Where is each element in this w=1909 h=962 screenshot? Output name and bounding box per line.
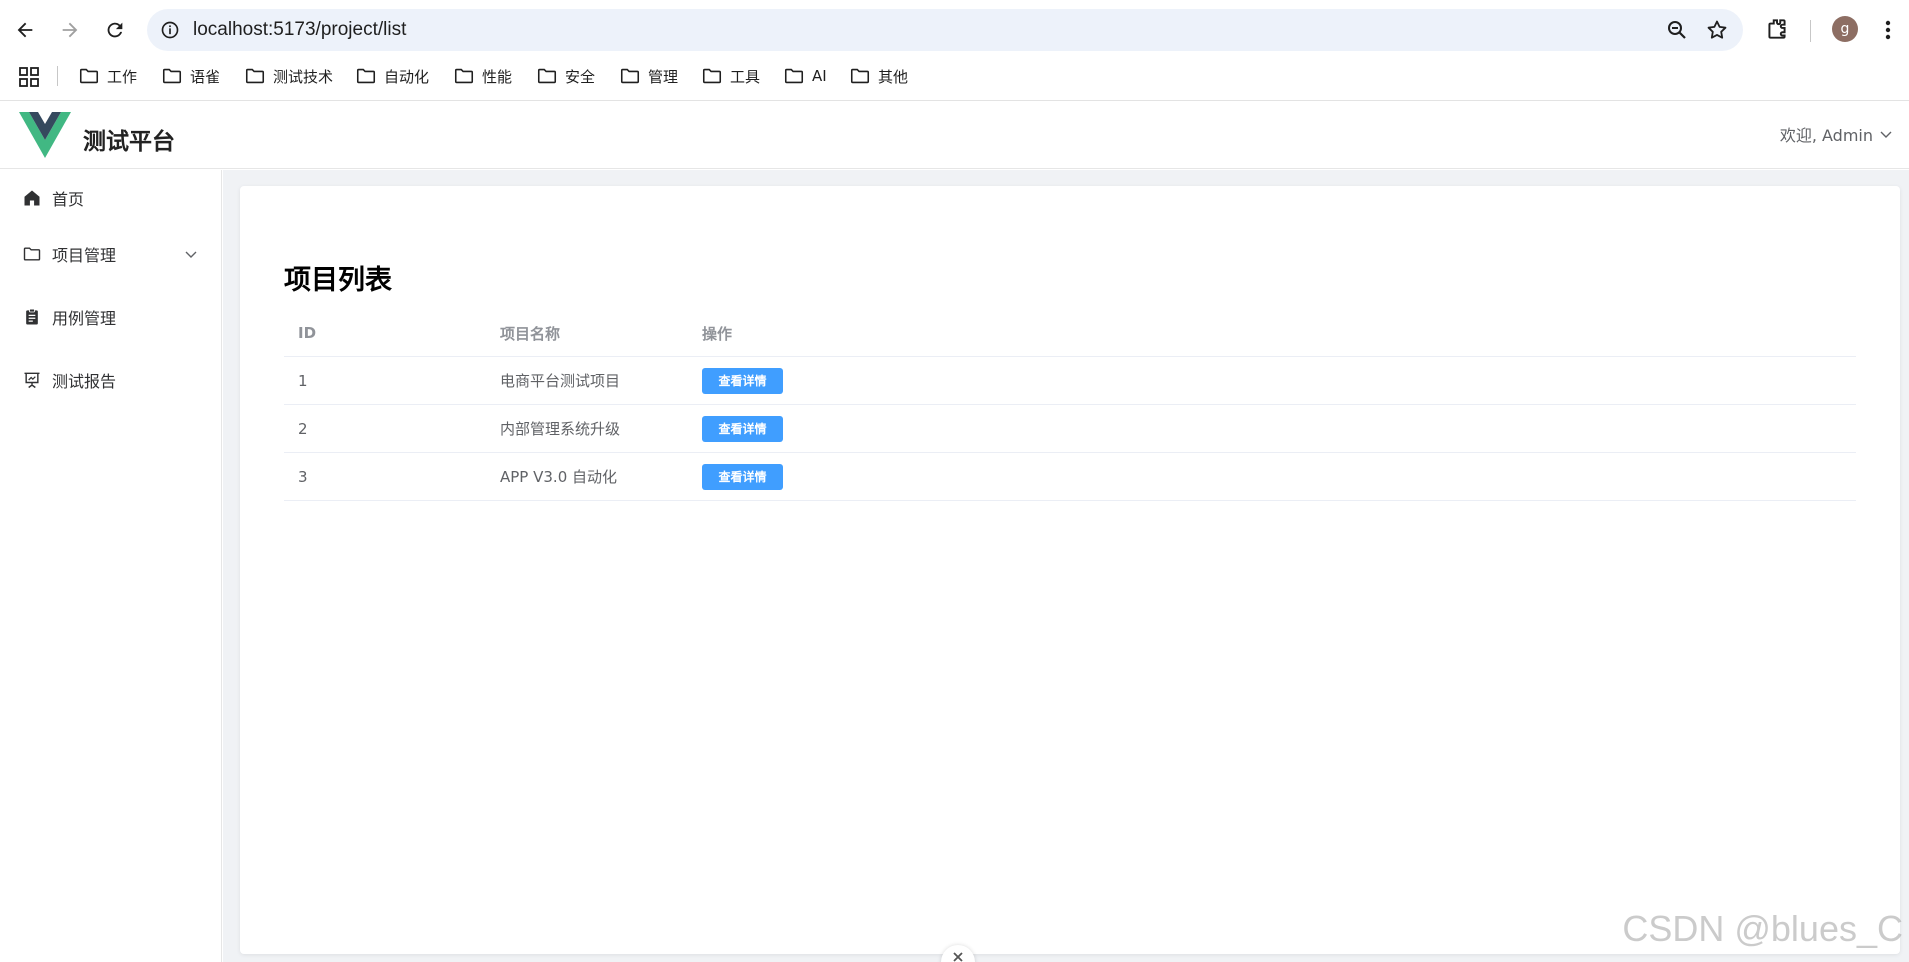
folder-icon <box>702 68 722 84</box>
back-button[interactable] <box>9 14 41 46</box>
view-details-button[interactable]: 查看详情 <box>702 367 783 394</box>
column-header-id: ID <box>298 324 317 342</box>
bookmark-folder-security[interactable]: 安全 <box>536 64 595 88</box>
bookmarks-divider <box>57 66 58 86</box>
bookmark-folder-management[interactable]: 管理 <box>619 64 678 88</box>
cell-action: 查看详情 <box>702 357 783 404</box>
chevron-down-icon <box>1880 131 1892 138</box>
bookmark-folder-tools[interactable]: 工具 <box>701 64 760 88</box>
folder-icon <box>79 68 99 84</box>
folder-icon <box>537 68 557 84</box>
presentation-icon <box>24 372 40 389</box>
page-title: 项目列表 <box>284 265 392 296</box>
arrow-right-icon <box>62 22 78 38</box>
cell-project-name: APP V3.0 自动化 <box>500 468 618 486</box>
bookmark-label: 自动化 <box>384 67 430 86</box>
column-header-action: 操作 <box>702 324 733 343</box>
table-row: 2 内部管理系统升级 查看详情 <box>284 405 1856 453</box>
sidebar-item-label: 测试报告 <box>52 372 117 391</box>
watermark: CSDN @blues_C <box>1622 908 1903 949</box>
folder-icon <box>162 68 182 84</box>
reload-button[interactable] <box>99 14 131 46</box>
address-bar[interactable]: localhost:5173/project/list <box>147 9 1743 51</box>
bookmark-label: 性能 <box>482 67 513 86</box>
table-row: 1 电商平台测试项目 查看详情 <box>284 357 1856 405</box>
bookmarks-bar: 工作 语雀 测试技术 自动化 性能 安全 管理 工具 AI 其他 <box>0 60 1909 92</box>
more-menu-icon[interactable] <box>1878 16 1898 44</box>
sidebar-item-test-report[interactable]: 测试报告 <box>0 352 221 408</box>
table-header-row: ID 项目名称 操作 <box>284 310 1856 357</box>
user-dropdown[interactable]: 欢迎, Admin <box>1780 122 1893 146</box>
zoom-icon[interactable] <box>1665 18 1689 42</box>
table-row: 3 APP V3.0 自动化 查看详情 <box>284 453 1856 501</box>
folder-icon <box>620 68 640 84</box>
home-icon <box>24 190 40 206</box>
bookmark-label: 安全 <box>565 67 596 86</box>
cell-action: 查看详情 <box>702 453 783 500</box>
folder-icon <box>23 247 41 261</box>
bookmark-label: 管理 <box>648 67 679 86</box>
view-details-button[interactable]: 查看详情 <box>702 415 783 442</box>
profile-avatar[interactable]: g <box>1832 16 1858 42</box>
clipboard-icon <box>26 308 38 325</box>
cell-project-name: 电商平台测试项目 <box>500 372 621 390</box>
bookmark-label: 测试技术 <box>273 67 334 86</box>
bookmark-label: 语雀 <box>190 67 221 86</box>
vue-logo-icon[interactable] <box>19 112 71 158</box>
folder-icon <box>356 68 376 84</box>
url-text[interactable]: localhost:5173/project/list <box>193 19 406 41</box>
site-info-icon[interactable] <box>159 19 181 41</box>
close-icon <box>953 952 963 962</box>
bookmark-folder-yuque[interactable]: 语雀 <box>161 64 220 88</box>
browser-toolbar: localhost:5173/project/list g 工作 语雀 测试技术 <box>0 0 1909 101</box>
folder-icon <box>454 68 474 84</box>
bookmark-folder-automation[interactable]: 自动化 <box>355 64 429 88</box>
sidebar-item-home[interactable]: 首页 <box>0 170 221 226</box>
view-details-button[interactable]: 查看详情 <box>702 463 783 490</box>
folder-icon <box>850 68 870 84</box>
app-header: 测试平台 欢迎, Admin <box>0 102 1909 169</box>
app-title: 测试平台 <box>83 129 175 155</box>
reload-icon <box>107 22 123 38</box>
cell-id: 2 <box>298 419 308 438</box>
column-header-name: 项目名称 <box>500 324 561 343</box>
sidebar-item-project-management[interactable]: 项目管理 <box>0 226 221 282</box>
cell-project-name: 内部管理系统升级 <box>500 420 621 438</box>
cell-id: 3 <box>298 467 308 486</box>
bookmark-label: 其他 <box>878 67 909 86</box>
bookmark-folder-performance[interactable]: 性能 <box>453 64 512 88</box>
bookmark-folder-ai[interactable]: AI <box>783 64 827 88</box>
sidebar-menu: 首页 项目管理 用例管理 测试报告 <box>0 170 222 962</box>
apps-grid-icon[interactable] <box>18 66 40 88</box>
bookmark-label: 工具 <box>730 67 761 86</box>
bookmark-star-icon[interactable] <box>1705 18 1729 42</box>
chevron-down-icon[interactable] <box>183 246 199 262</box>
toolbar-divider <box>1810 20 1811 42</box>
user-greeting: 欢迎, Admin <box>1779 126 1873 145</box>
cell-id: 1 <box>298 371 308 390</box>
bookmark-folder-work[interactable]: 工作 <box>78 64 137 88</box>
sidebar-item-label: 项目管理 <box>52 246 117 265</box>
project-table: ID 项目名称 操作 1 电商平台测试项目 查看详情 2 内部管理系统升级 查看… <box>284 310 1856 501</box>
bookmark-label: AI <box>812 67 827 85</box>
content-card: 项目列表 ID 项目名称 操作 1 电商平台测试项目 查看详情 2 内部管理系统… <box>240 186 1900 954</box>
cell-action: 查看详情 <box>702 405 783 452</box>
bookmark-folder-other[interactable]: 其他 <box>849 64 908 88</box>
sidebar-item-case-management[interactable]: 用例管理 <box>0 289 221 345</box>
folder-icon <box>784 68 804 84</box>
folder-icon <box>245 68 265 84</box>
sidebar-item-label: 首页 <box>52 190 85 209</box>
forward-button[interactable] <box>54 14 86 46</box>
sidebar-item-label: 用例管理 <box>52 309 117 328</box>
bookmark-folder-test-tech[interactable]: 测试技术 <box>244 64 333 88</box>
bookmark-label: 工作 <box>107 67 138 86</box>
arrow-left-icon <box>17 22 33 38</box>
extensions-puzzle-icon[interactable] <box>1764 16 1792 44</box>
